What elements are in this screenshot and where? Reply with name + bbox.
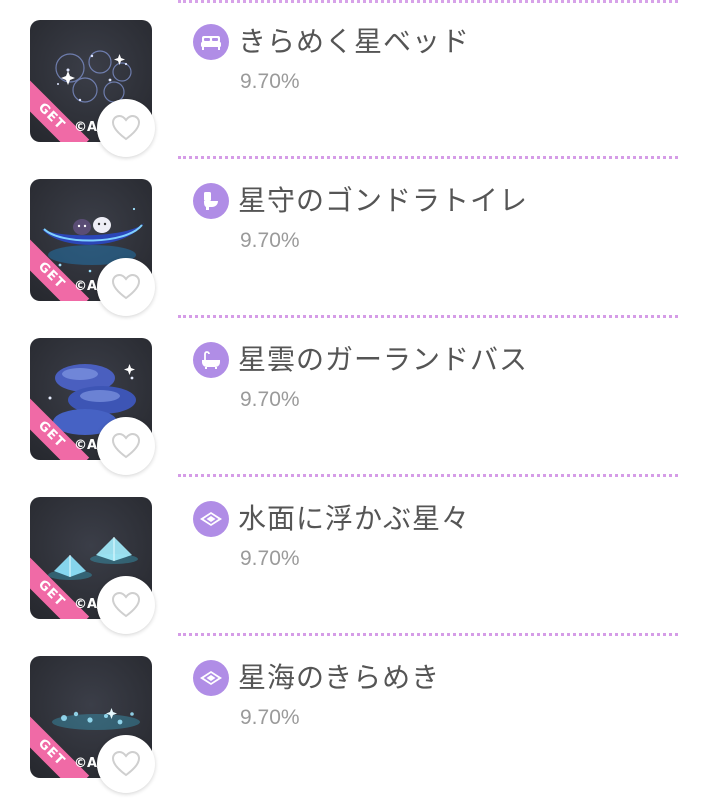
heart-icon (111, 273, 141, 300)
list-item[interactable]: GET ©A/ きらめく星ベッド 9.70% (0, 0, 702, 159)
floor-tile-icon (193, 660, 229, 696)
bed-icon (193, 24, 229, 60)
heart-icon (111, 114, 141, 141)
item-rate: 9.70% (240, 547, 300, 570)
toilet-icon (193, 183, 229, 219)
favorite-button[interactable] (97, 258, 155, 316)
heart-icon (111, 432, 141, 459)
favorite-button[interactable] (97, 417, 155, 475)
heart-icon (111, 591, 141, 618)
item-list: GET ©A/ きらめく星ベッド 9.70% GET ©A/ 星守のゴンドラトイ… (0, 0, 702, 800)
list-item[interactable]: GET ©A/ 星守のゴンドラトイレ 9.70% (0, 159, 702, 318)
item-rate: 9.70% (240, 388, 300, 411)
item-name: 星守のゴンドラトイレ (238, 184, 529, 217)
list-item[interactable]: GET ©A/ 星雲のガーランドバス 9.70% (0, 318, 702, 477)
list-item[interactable]: GET ©A/ 星海のきらめき 9.70% (0, 636, 702, 795)
item-rate: 9.70% (240, 229, 300, 252)
floor-tile-icon (193, 501, 229, 537)
favorite-button[interactable] (97, 99, 155, 157)
item-name: きらめく星ベッド (238, 25, 471, 58)
bathtub-icon (193, 342, 229, 378)
favorite-button[interactable] (97, 576, 155, 634)
item-name: 星雲のガーランドバス (238, 343, 529, 376)
heart-icon (111, 750, 141, 777)
list-item[interactable]: GET ©A/ 水面に浮かぶ星々 9.70% (0, 477, 702, 636)
item-rate: 9.70% (240, 706, 300, 729)
item-name: 水面に浮かぶ星々 (238, 502, 471, 535)
item-name: 星海のきらめき (238, 661, 441, 694)
favorite-button[interactable] (97, 735, 155, 793)
item-rate: 9.70% (240, 70, 300, 93)
